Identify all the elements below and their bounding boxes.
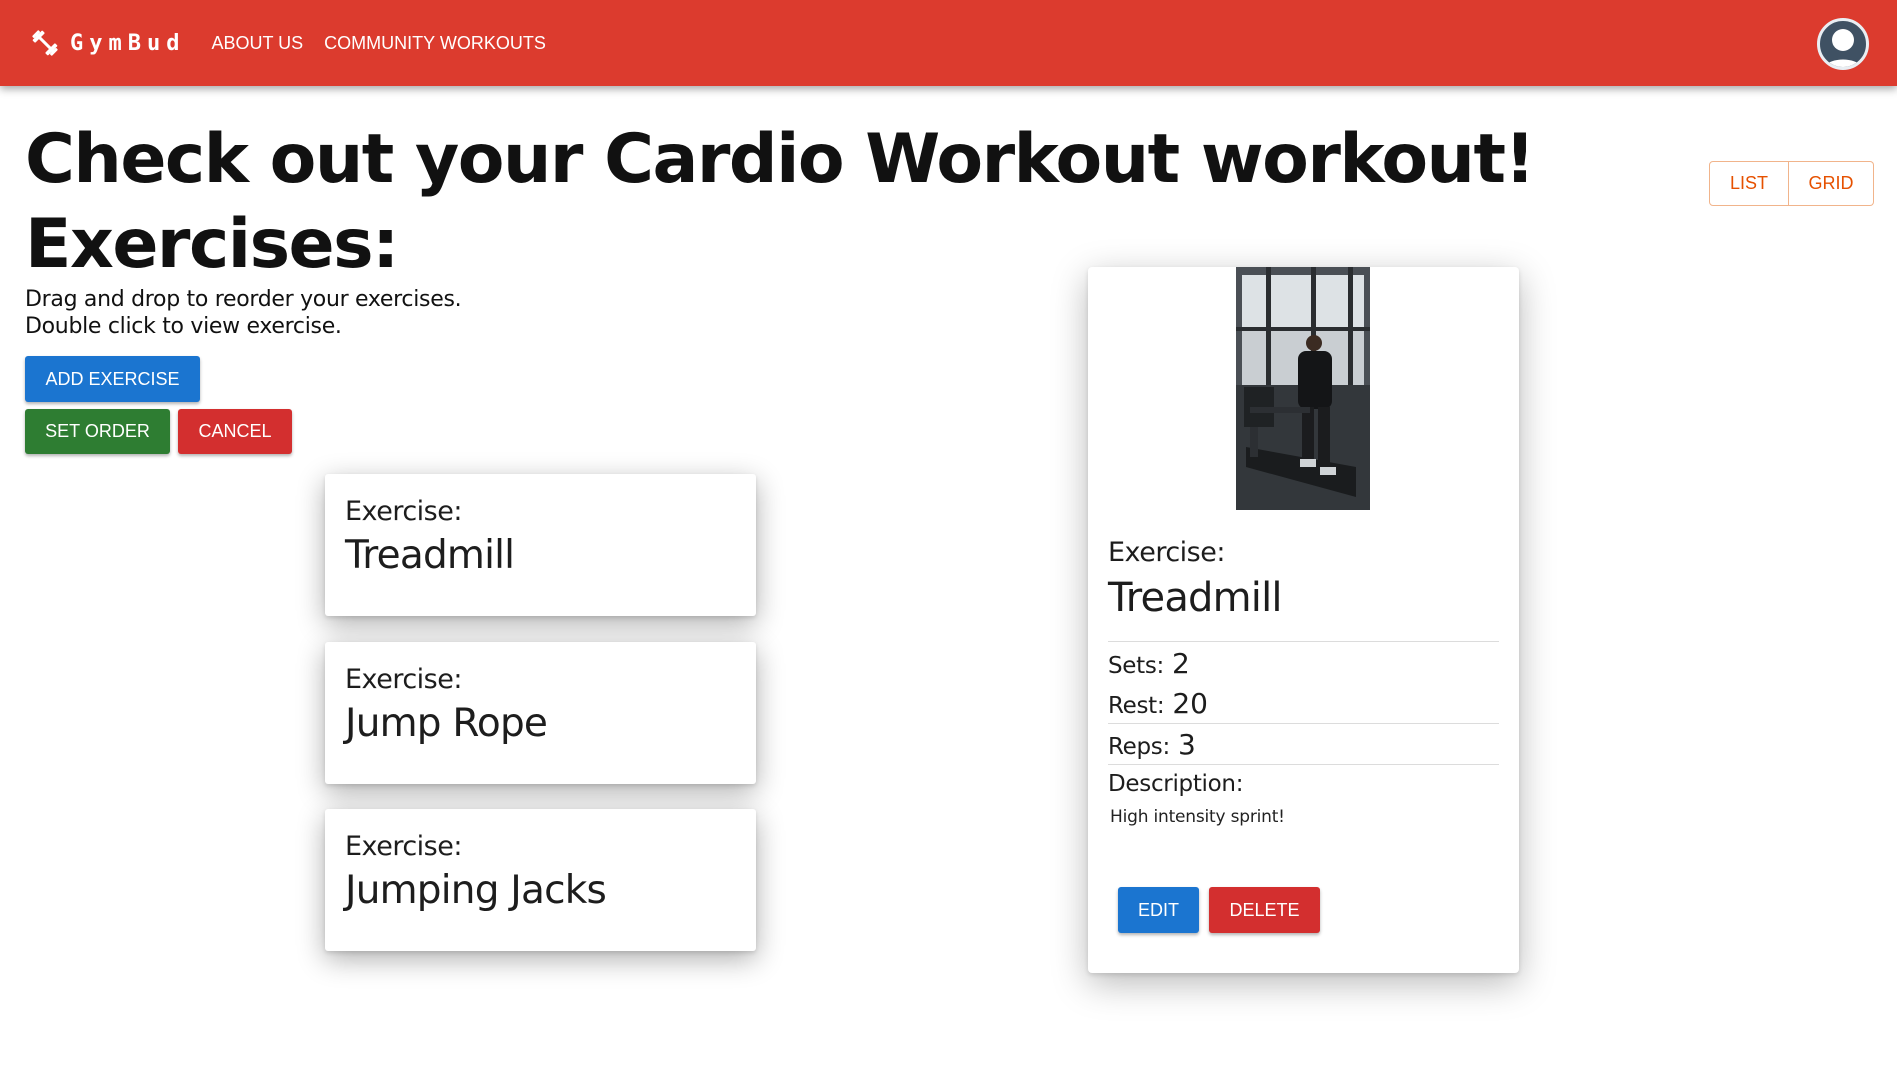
description-text: High intensity sprint! [1110, 807, 1285, 827]
description-row: Description: [1108, 771, 1243, 797]
grid-view-button[interactable]: GRID [1789, 161, 1874, 206]
add-exercise-button[interactable]: ADD EXERCISE [25, 356, 200, 402]
edit-button[interactable]: EDIT [1118, 887, 1199, 933]
delete-button[interactable]: DELETE [1209, 887, 1320, 933]
detail-exercise-name: Treadmill [1108, 575, 1283, 621]
treadmill-photo [1236, 267, 1370, 510]
set-order-button[interactable]: SET ORDER [25, 409, 170, 454]
dumbbell-icon [32, 30, 58, 56]
exercises-heading: Exercises: [25, 205, 399, 284]
exercise-detail-card: Exercise: Treadmill Sets: 2 Rest: 20 Reps:… [1088, 267, 1519, 973]
user-silhouette-icon [1823, 29, 1863, 67]
exercise-name: Jump Rope [345, 701, 548, 746]
view-toggle: LIST GRID [1709, 161, 1874, 206]
exercise-label: Exercise: [345, 496, 462, 527]
sets-value: 2 [1172, 647, 1190, 680]
description-label: Description: [1108, 771, 1244, 797]
sets-label: Sets: [1108, 653, 1165, 679]
reps-row: Reps: 3 [1108, 728, 1196, 761]
divider [1108, 764, 1499, 765]
detail-exercise-label: Exercise: [1108, 537, 1225, 568]
divider [1108, 641, 1499, 642]
exercise-label: Exercise: [345, 664, 462, 695]
exercise-name: Jumping Jacks [345, 868, 607, 913]
exercise-card[interactable]: Exercise: Jumping Jacks [325, 809, 756, 951]
exercise-label: Exercise: [345, 831, 462, 862]
instruction-double-click: Double click to view exercise. [25, 314, 342, 339]
reps-label: Reps: [1108, 734, 1170, 760]
exercise-name: Treadmill [345, 533, 515, 578]
nav-about-us[interactable]: ABOUT US [211, 33, 303, 54]
list-view-button[interactable]: LIST [1709, 161, 1789, 206]
sets-row: Sets: 2 [1108, 647, 1190, 680]
page-title: Check out your Cardio Workout workout! [25, 120, 1535, 199]
instruction-drag: Drag and drop to reorder your exercises. [25, 287, 462, 312]
instructions: Drag and drop to reorder your exercises.… [25, 286, 462, 340]
user-avatar-icon[interactable] [1817, 18, 1869, 70]
cancel-button[interactable]: CANCEL [178, 409, 292, 454]
rest-row: Rest: 20 [1108, 687, 1208, 720]
divider [1108, 723, 1499, 724]
nav-community-workouts[interactable]: COMMUNITY WORKOUTS [324, 33, 546, 54]
top-navbar: GymBud ABOUT US COMMUNITY WORKOUTS [0, 0, 1897, 86]
exercise-card[interactable]: Exercise: Treadmill [325, 474, 756, 616]
reps-value: 3 [1177, 728, 1196, 761]
rest-label: Rest: [1108, 693, 1165, 719]
exercise-card[interactable]: Exercise: Jump Rope [325, 642, 756, 784]
brand-link[interactable]: GymBud [30, 28, 185, 58]
rest-value: 20 [1172, 687, 1208, 720]
brand-name: GymBud [70, 30, 186, 56]
